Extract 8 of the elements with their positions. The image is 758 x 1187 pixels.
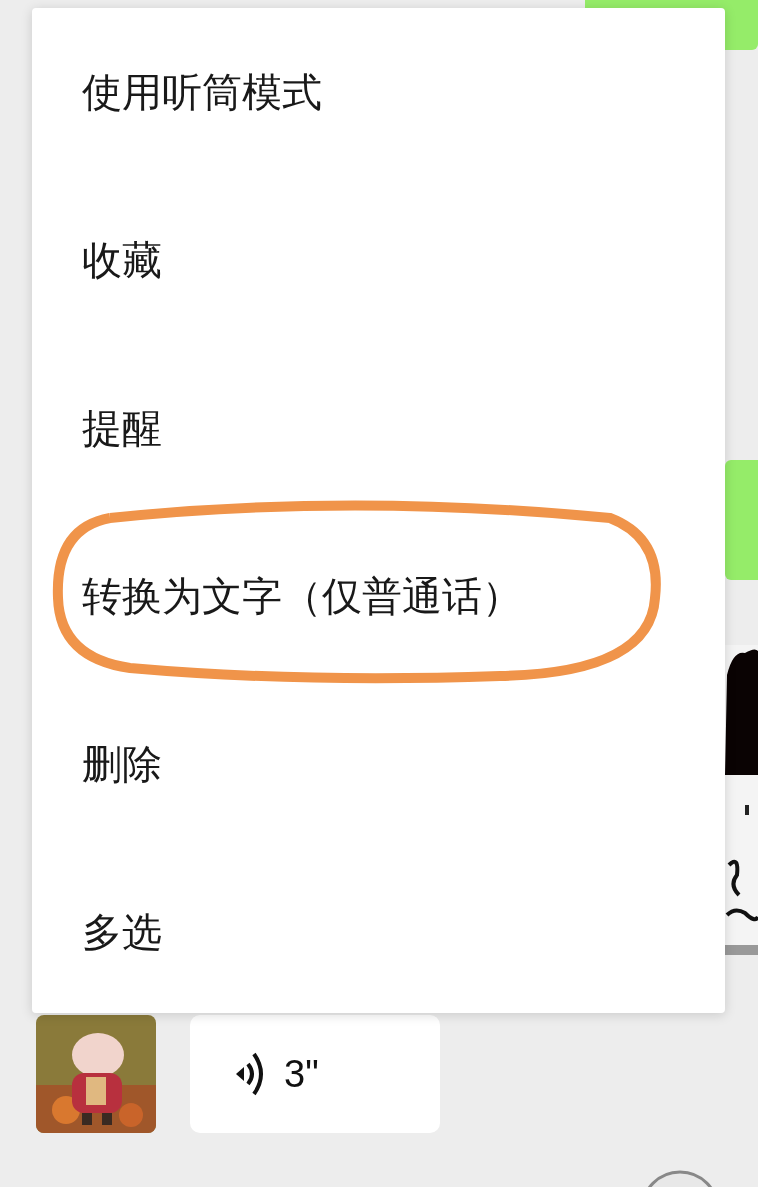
menu-item[interactable]: 提醒	[32, 344, 725, 512]
menu-item[interactable]: 转换为文字（仅普通话）	[32, 512, 725, 680]
menu-item[interactable]: 多选	[32, 848, 725, 1016]
menu-item[interactable]: 删除	[32, 680, 725, 848]
voice-icon	[236, 1050, 266, 1098]
voice-message-bubble[interactable]: 3"	[190, 1015, 440, 1133]
menu-item[interactable]: 使用听筒模式	[32, 8, 725, 176]
menu-item[interactable]: 收藏	[32, 176, 725, 344]
